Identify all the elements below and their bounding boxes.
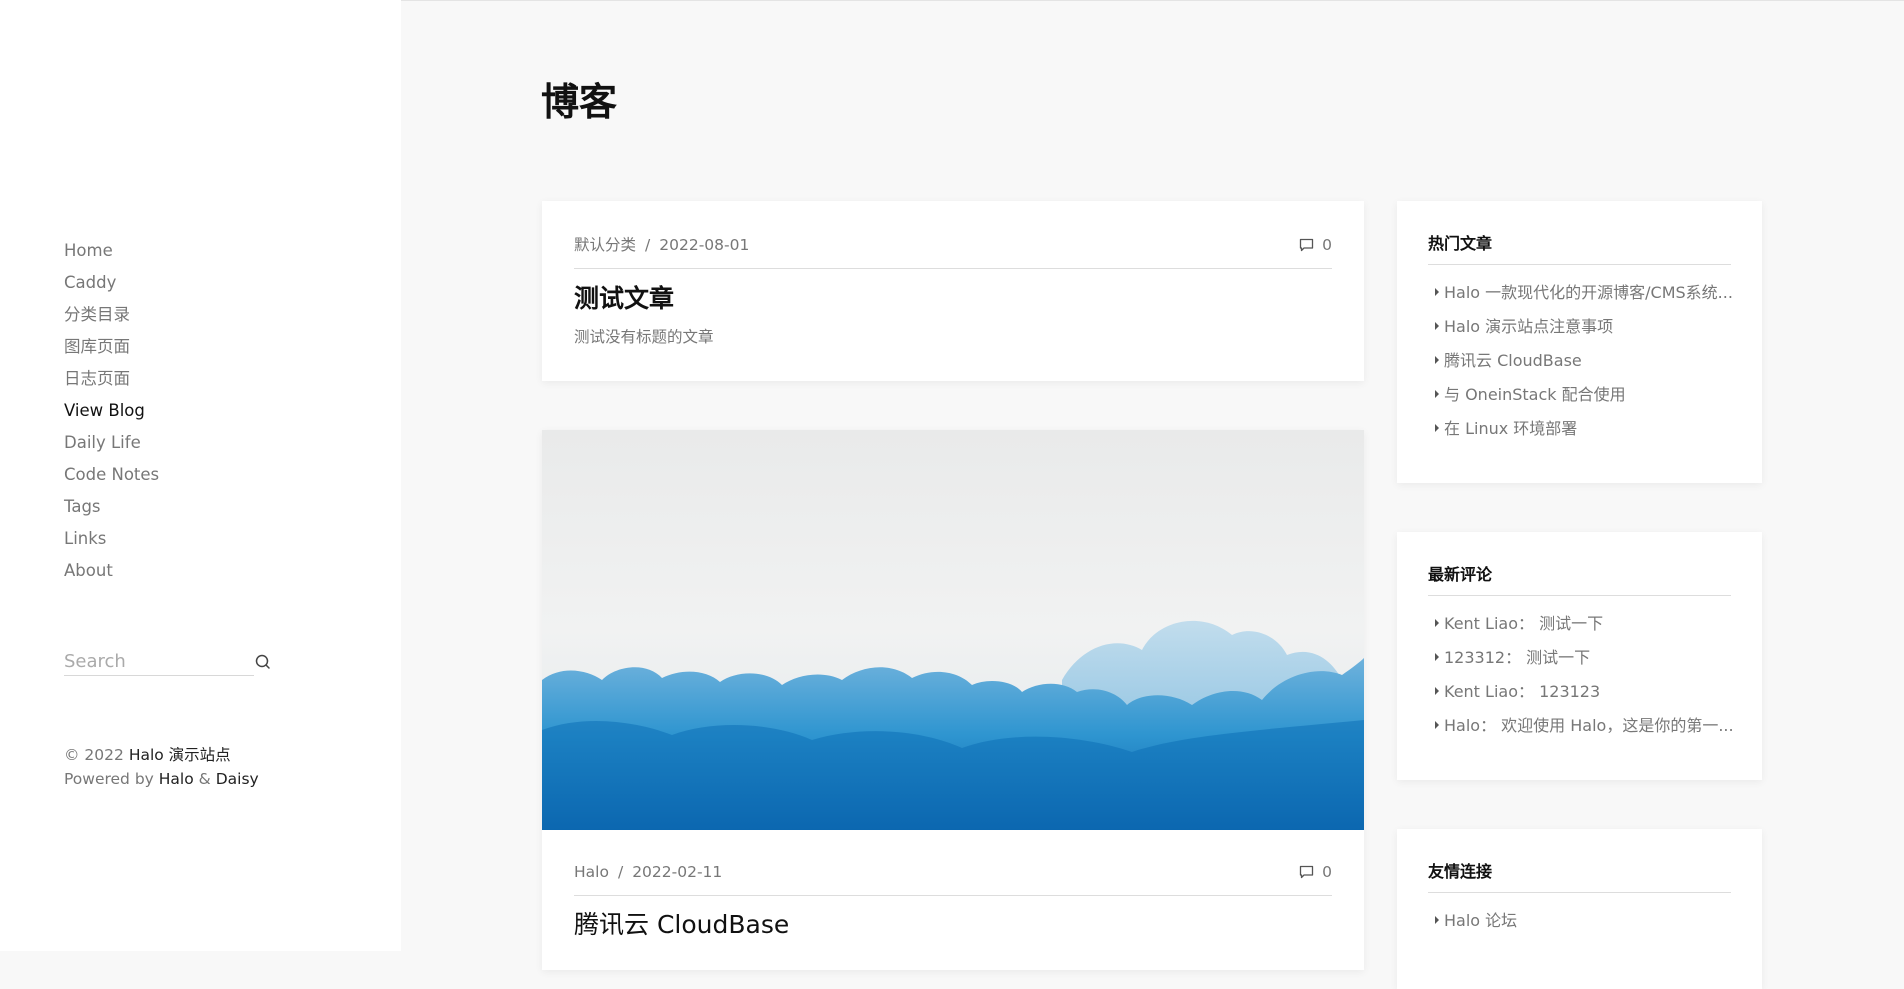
comment-link[interactable]: Kent Liao： 123123 [1444,680,1742,704]
halo-link[interactable]: Halo [159,770,194,788]
nav-item-about[interactable]: About [64,560,159,592]
nav-link[interactable]: Links [64,529,106,548]
nav-item-links[interactable]: Links [64,528,159,560]
caret-right-icon [1435,916,1439,924]
friend-links-list: Halo 论坛 [1428,909,1742,943]
list-item[interactable]: 腾讯云 CloudBase [1428,349,1742,383]
list-item[interactable]: Halo 演示站点注意事项 [1428,315,1742,349]
post-cover-image[interactable] [542,430,1364,830]
sidebar-footer: © 2022 Halo 演示站点 Powered by Halo & Daisy [64,743,259,791]
nav-link[interactable]: Tags [64,497,101,516]
list-item[interactable]: 在 Linux 环境部署 [1428,417,1742,451]
ampersand: & [198,770,211,788]
list-item[interactable]: Halo 论坛 [1428,909,1742,943]
caret-right-icon [1435,288,1439,296]
search-box [64,648,272,678]
powered-by-text: Powered by [64,770,154,788]
nav-item-caddy[interactable]: Caddy [64,272,159,304]
search-icon[interactable] [254,653,272,671]
list-item[interactable]: Halo 一款现代化的开源博客/CMS系统... [1428,281,1742,315]
meta-separator: / [645,236,651,254]
nav-link[interactable]: About [64,561,113,580]
hot-post-link[interactable]: Halo 演示站点注意事项 [1444,315,1742,339]
comment-icon [1299,235,1314,259]
comment-link[interactable]: Kent Liao： 测试一下 [1444,612,1742,636]
caret-right-icon [1435,653,1439,661]
nav-item-tags[interactable]: Tags [64,496,159,528]
hot-post-link[interactable]: 与 OneinStack 配合使用 [1444,383,1742,407]
comment-count[interactable]: 0 [1299,860,1332,886]
nav-item-daily-life[interactable]: Daily Life [64,432,159,464]
list-item[interactable]: Kent Liao： 测试一下 [1428,612,1742,646]
nav-link[interactable]: 图库页面 [64,337,130,356]
sidebar-nav: Home Caddy 分类目录 图库页面 日志页面 View Blog Dail… [64,240,159,592]
post-meta: Halo / 2022-02-11 0 [574,860,1332,896]
nav-item-gallery[interactable]: 图库页面 [64,336,159,368]
nav-item-journals[interactable]: 日志页面 [64,368,159,400]
meta-separator: / [617,863,624,881]
comment-link[interactable]: 123312： 测试一下 [1444,646,1742,670]
nav-link[interactable]: Home [64,241,113,260]
comment-link[interactable]: Halo： 欢迎使用 Halo，这是你的第一... [1444,714,1742,738]
copyright-prefix: © 2022 [64,746,124,764]
caret-right-icon [1435,356,1439,364]
widget-recent-comments: 最新评论 Kent Liao： 测试一下 123312： 测试一下 Kent L… [1397,532,1762,780]
copyright-line: © 2022 Halo 演示站点 [64,743,259,767]
nav-item-categories[interactable]: 分类目录 [64,304,159,336]
caret-right-icon [1435,424,1439,432]
caret-right-icon [1435,687,1439,695]
hot-posts-list: Halo 一款现代化的开源博客/CMS系统... Halo 演示站点注意事项 腾… [1428,281,1742,451]
powered-by-line: Powered by Halo & Daisy [64,767,259,791]
post-title-link[interactable]: 测试文章 [574,282,674,316]
post-card: 默认分类 / 2022-08-01 0 测试文章 测试没有标题的文章 [542,201,1364,381]
post-excerpt: 测试没有标题的文章 [574,328,714,346]
hot-post-link[interactable]: Halo 一款现代化的开源博客/CMS系统... [1444,281,1742,305]
list-item[interactable]: Kent Liao： 123123 [1428,680,1742,714]
caret-right-icon [1435,721,1439,729]
widget-title: 热门文章 [1428,231,1731,265]
nav-link[interactable]: Code Notes [64,465,159,484]
widget-title: 最新评论 [1428,562,1731,596]
caret-right-icon [1435,322,1439,330]
page-title: 博客 [541,80,618,124]
site-name-link[interactable]: Halo 演示站点 [129,746,231,764]
caret-right-icon [1435,390,1439,398]
friend-link[interactable]: Halo 论坛 [1444,909,1742,933]
post-meta: 默认分类 / 2022-08-01 0 [574,233,1332,269]
nav-item-code-notes[interactable]: Code Notes [64,464,159,496]
post-category-link[interactable]: 默认分类 [574,236,636,254]
search-input[interactable] [64,648,254,676]
nav-link[interactable]: Caddy [64,273,116,292]
nav-link[interactable]: 分类目录 [64,305,130,324]
nav-item-view-blog[interactable]: View Blog [64,400,159,432]
post-title-link[interactable]: 腾讯云 CloudBase [574,908,789,942]
theme-link[interactable]: Daisy [216,770,259,788]
list-item[interactable]: Halo： 欢迎使用 Halo，这是你的第一... [1428,714,1742,748]
post-category-link[interactable]: Halo [574,863,609,881]
hot-post-link[interactable]: 腾讯云 CloudBase [1444,349,1742,373]
widget-friend-links: 友情连接 Halo 论坛 [1397,829,1762,989]
widget-title: 友情连接 [1428,859,1731,893]
nav-link[interactable]: 日志页面 [64,369,130,388]
post-card: Halo / 2022-02-11 0 腾讯云 CloudBase [542,430,1364,970]
comment-count-value: 0 [1322,863,1332,881]
comment-icon [1299,862,1314,886]
list-item[interactable]: 123312： 测试一下 [1428,646,1742,680]
recent-comments-list: Kent Liao： 测试一下 123312： 测试一下 Kent Liao： … [1428,612,1742,748]
nav-link[interactable]: Daily Life [64,433,141,452]
post-date: 2022-08-01 [659,236,750,254]
comment-count[interactable]: 0 [1299,233,1332,259]
nav-item-home[interactable]: Home [64,240,159,272]
sidebar: Home Caddy 分类目录 图库页面 日志页面 View Blog Dail… [0,0,401,951]
post-date: 2022-02-11 [632,863,723,881]
comment-count-value: 0 [1322,236,1332,254]
nav-link[interactable]: View Blog [64,401,145,420]
caret-right-icon [1435,619,1439,627]
list-item[interactable]: 与 OneinStack 配合使用 [1428,383,1742,417]
hot-post-link[interactable]: 在 Linux 环境部署 [1444,417,1742,441]
widget-hot-posts: 热门文章 Halo 一款现代化的开源博客/CMS系统... Halo 演示站点注… [1397,201,1762,483]
